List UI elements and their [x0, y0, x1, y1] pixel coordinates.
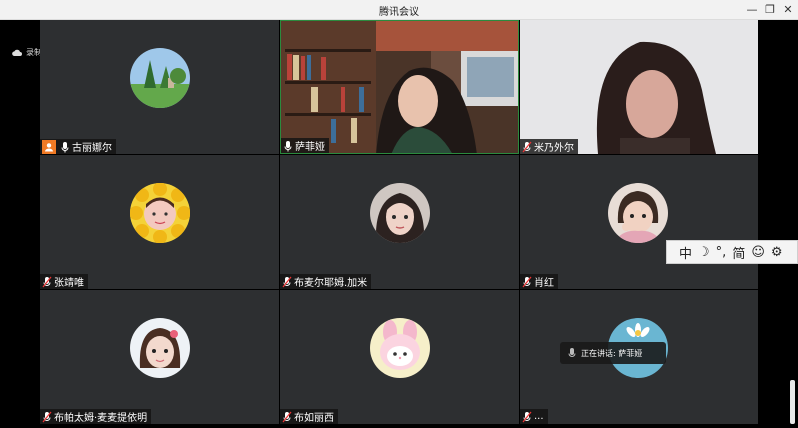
mic-muted-icon: [522, 141, 532, 152]
host-icon: [42, 139, 56, 154]
mic-icon: [568, 348, 576, 357]
participant-name: 萨菲娅: [295, 142, 325, 153]
participant-name: 米乃外尔: [534, 143, 574, 154]
participant-video[interactable]: 米乃外尔: [520, 20, 758, 154]
close-button[interactable]: ✕: [780, 2, 796, 18]
avatar: [130, 183, 190, 243]
name-label: 古丽娜尔: [40, 139, 116, 154]
moon-icon[interactable]: ☽: [698, 245, 710, 260]
title-bar: 腾讯会议 — ❐ ✕: [0, 0, 798, 20]
participant-name: 布麦尔耶姆.加米: [294, 278, 368, 289]
mic-icon: [61, 141, 69, 152]
avatar: [130, 48, 190, 108]
participant-name: 张靖唯: [54, 278, 84, 289]
participant-name: 肖红: [534, 278, 554, 289]
name-label: 米乃外尔: [520, 139, 578, 154]
mic-muted-icon: [522, 411, 532, 422]
ime-mode-toggle[interactable]: 中: [679, 243, 692, 262]
participant-tile[interactable]: 古丽娜尔: [40, 20, 279, 154]
avatar: [370, 318, 430, 378]
participant-name: 布帕太姆·麦麦提依明: [54, 413, 148, 424]
cloud-icon: [12, 49, 22, 56]
name-label: ...: [520, 409, 548, 424]
speaking-label: 正在讲话: 萨菲娅: [581, 348, 643, 358]
video-frame-image: [520, 20, 758, 154]
participant-tile[interactable]: 布如丽西: [280, 290, 519, 424]
ime-script-toggle[interactable]: 简: [732, 243, 745, 262]
mic-muted-icon: [522, 276, 532, 287]
participant-tile[interactable]: 布帕太姆·麦麦提依明: [40, 290, 279, 424]
avatar: [608, 183, 668, 243]
participant-tile[interactable]: 布麦尔耶姆.加米: [280, 155, 519, 289]
mic-muted-icon: [282, 276, 292, 287]
punctuation-icon[interactable]: °,: [716, 245, 727, 260]
participant-name: ...: [534, 411, 544, 422]
avatar: [370, 183, 430, 243]
name-label: 布麦尔耶姆.加米: [280, 274, 372, 289]
participant-tile[interactable]: 肖红: [520, 155, 758, 289]
mic-muted-icon: [42, 276, 52, 287]
mic-icon: [284, 140, 292, 151]
name-label: 布帕太姆·麦麦提依明: [40, 409, 152, 424]
window-title: 腾讯会议: [379, 7, 419, 18]
mic-muted-icon: [42, 411, 52, 422]
right-panel: [758, 20, 798, 428]
participant-tile[interactable]: 张靖唯: [40, 155, 279, 289]
ime-toolbar[interactable]: 中 ☽ °, 简 ☺ ⚙: [666, 240, 798, 264]
name-label: 萨菲娅: [281, 138, 329, 153]
participant-video-active[interactable]: 萨菲娅: [280, 20, 519, 154]
participant-name: 布如丽西: [294, 413, 334, 424]
avatar: [130, 318, 190, 378]
gear-icon[interactable]: ⚙: [771, 245, 783, 260]
name-label: 张靖唯: [40, 274, 88, 289]
smile-icon[interactable]: ☺: [751, 245, 765, 260]
mic-muted-icon: [282, 411, 292, 422]
participant-name: 古丽娜尔: [72, 143, 112, 154]
restore-button[interactable]: ❐: [762, 2, 778, 18]
speaking-indicator: 正在讲话: 萨菲娅: [560, 342, 666, 364]
scrollbar[interactable]: [790, 380, 795, 424]
name-label: 布如丽西: [280, 409, 338, 424]
minimize-button[interactable]: —: [744, 2, 760, 18]
name-label: 肖红: [520, 274, 558, 289]
video-frame-image: [281, 21, 518, 153]
